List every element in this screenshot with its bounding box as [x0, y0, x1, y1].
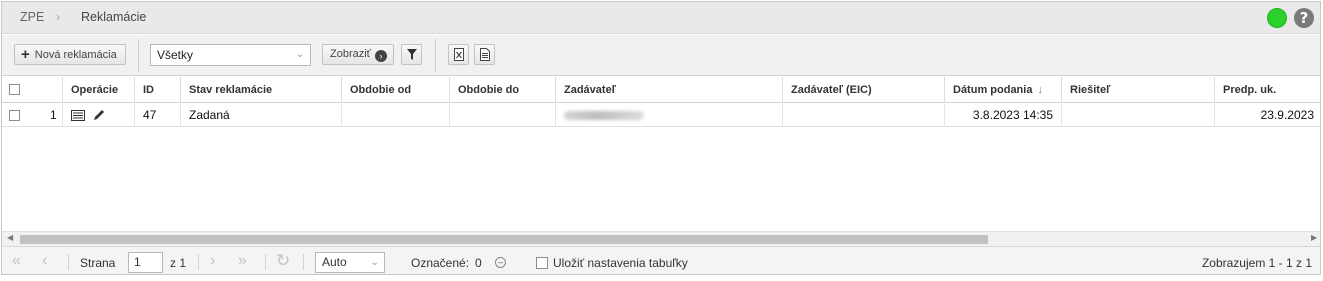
records-summary: Zobrazujem 1 - 1 z 1 — [1201, 256, 1312, 270]
pager-divider — [68, 254, 69, 270]
last-page-icon[interactable]: » — [238, 253, 247, 269]
detail-list-icon[interactable] — [71, 110, 85, 121]
scroll-right-icon[interactable]: ▶ — [1311, 233, 1317, 242]
help-icon[interactable]: ? — [1294, 8, 1314, 28]
column-header-submitter-eic[interactable]: Zadávateľ (EIC) — [782, 77, 944, 103]
excel-export-icon — [453, 48, 464, 61]
horizontal-scrollbar[interactable]: ◀ ▶ — [2, 231, 1320, 246]
page-size-select[interactable]: Auto ⌄ — [315, 252, 385, 273]
grid-header: Operácie ID Stav reklamácie Obdobie od O… — [2, 77, 1320, 103]
row-expected-completion: 23.9.2023 — [1214, 104, 1320, 127]
row-submitter — [555, 104, 782, 127]
toolbar-divider — [138, 39, 139, 72]
row-checkbox[interactable] — [9, 110, 20, 121]
redacted-submitter — [564, 111, 644, 121]
column-header-resolver[interactable]: Riešiteľ — [1061, 77, 1214, 103]
refresh-icon[interactable]: ↻ — [276, 252, 290, 269]
column-header-period-from[interactable]: Obdobie od — [341, 77, 449, 103]
arrow-right-circle-icon: › — [374, 50, 387, 62]
toolbar-divider — [435, 39, 436, 72]
first-page-icon[interactable]: « — [12, 253, 21, 269]
page-size-value: Auto — [322, 255, 347, 269]
column-header-status[interactable]: Stav reklamácie — [180, 77, 341, 103]
pager-divider — [303, 254, 304, 270]
status-filter-value: Všetky — [157, 48, 194, 62]
page-count-label: z 1 — [170, 256, 187, 270]
row-period-from — [341, 104, 449, 127]
status-indicator-icon — [1267, 8, 1287, 28]
row-resolver — [1061, 104, 1214, 127]
selected-count-label: Označené: — [411, 256, 470, 270]
header-bar: ZPE › Reklamácie ? — [2, 2, 1320, 34]
column-header-submitter[interactable]: Zadávateľ — [555, 77, 782, 103]
row-status: Zadaná — [180, 104, 341, 127]
clear-selection-icon[interactable]: – — [495, 257, 506, 268]
plus-icon: + — [21, 46, 30, 63]
select-all-checkbox[interactable] — [9, 84, 20, 95]
page-number-input[interactable]: 1 — [128, 252, 163, 273]
filter-icon — [406, 49, 417, 60]
filter-button[interactable] — [401, 44, 422, 65]
chevron-down-icon: ⌄ — [370, 257, 379, 268]
scrollbar-thumb[interactable] — [20, 235, 988, 244]
pager-divider — [198, 254, 199, 270]
column-header-submission-date-label: Dátum podania — [953, 84, 1033, 96]
status-filter-select[interactable]: Všetky ⌄ — [150, 44, 311, 66]
export-document-button[interactable] — [474, 44, 495, 65]
next-page-icon[interactable]: › — [210, 253, 215, 269]
header-select-all — [2, 77, 62, 103]
breadcrumb-separator-icon: › — [56, 9, 61, 24]
row-id: 47 — [134, 104, 180, 127]
column-header-id[interactable]: ID — [134, 77, 180, 103]
row-operations-cell — [62, 104, 134, 127]
scroll-left-icon[interactable]: ◀ — [7, 233, 13, 242]
prev-page-icon[interactable]: ‹ — [42, 253, 47, 269]
chevron-down-icon: ⌄ — [295, 49, 304, 60]
column-header-submission-date[interactable]: Dátum podania ↓ — [944, 77, 1061, 103]
save-settings-checkbox[interactable] — [536, 257, 548, 269]
edit-pencil-icon[interactable] — [93, 109, 105, 121]
row-submission-date: 3.8.2023 14:35 — [944, 104, 1061, 127]
row-number: 1 — [50, 108, 57, 122]
new-complaint-button[interactable]: + Nová reklamácia — [14, 44, 126, 65]
column-header-operations[interactable]: Operácie — [62, 77, 134, 103]
row-period-to — [449, 104, 555, 127]
pager-divider — [265, 254, 266, 270]
page-label: Strana — [80, 256, 116, 270]
breadcrumb-root[interactable]: ZPE — [20, 10, 44, 24]
column-header-period-to[interactable]: Obdobie do — [449, 77, 555, 103]
column-header-expected-completion[interactable]: Predp. uk. — [1214, 77, 1320, 103]
new-complaint-label: Nová reklamácia — [34, 49, 117, 61]
document-export-icon — [479, 48, 490, 61]
app-window: ZPE › Reklamácie ? + Nová reklamácia Všet… — [1, 1, 1321, 275]
toolbar: + Nová reklamácia Všetky ⌄ Zobraziť › — [2, 35, 1320, 76]
export-excel-button[interactable] — [448, 44, 469, 65]
table-row[interactable]: 1 47 Zadaná 3.8.2023 14:35 23.9.2023 — [2, 104, 1320, 127]
row-select-cell: 1 — [2, 104, 62, 127]
sort-descending-icon: ↓ — [1037, 84, 1044, 96]
show-button-label: Zobraziť — [330, 48, 371, 60]
breadcrumb-current: Reklamácie — [81, 10, 147, 24]
selected-count-value: 0 — [475, 256, 482, 270]
save-settings-label[interactable]: Uložiť nastavenia tabuľky — [553, 256, 688, 270]
show-button[interactable]: Zobraziť › — [322, 44, 394, 65]
pager-bar: « ‹ Strana 1 z 1 › » ↻ Auto ⌄ Označené: … — [2, 246, 1320, 274]
row-submitter-eic — [782, 104, 944, 127]
